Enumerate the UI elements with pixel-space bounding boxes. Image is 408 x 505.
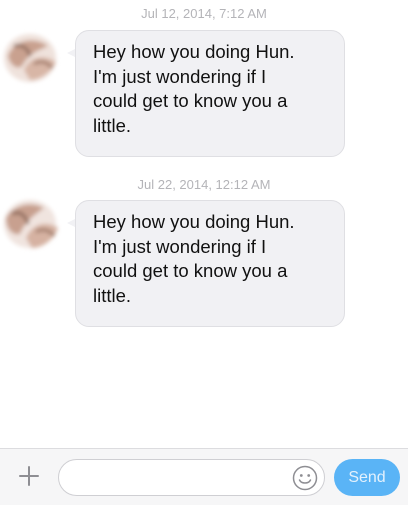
message-input[interactable] [71, 466, 285, 492]
avatar[interactable] [0, 26, 62, 88]
message-composer: Send [0, 448, 408, 505]
message-input-field[interactable] [58, 459, 325, 496]
plus-icon [19, 466, 39, 486]
send-button[interactable]: Send [334, 459, 400, 496]
message-bubble[interactable]: Hey how you doing Hun. I'm just wonderin… [75, 30, 345, 157]
message-timestamp: Jul 12, 2014, 7:12 AM [141, 6, 267, 21]
message-timestamp: Jul 22, 2014, 12:12 AM [137, 177, 271, 192]
smiley-icon[interactable] [292, 465, 318, 491]
avatar[interactable] [0, 192, 62, 254]
message-bubble[interactable]: Hey how you doing Hun. I'm just wonderin… [75, 200, 345, 327]
add-attachment-button[interactable] [14, 461, 44, 491]
